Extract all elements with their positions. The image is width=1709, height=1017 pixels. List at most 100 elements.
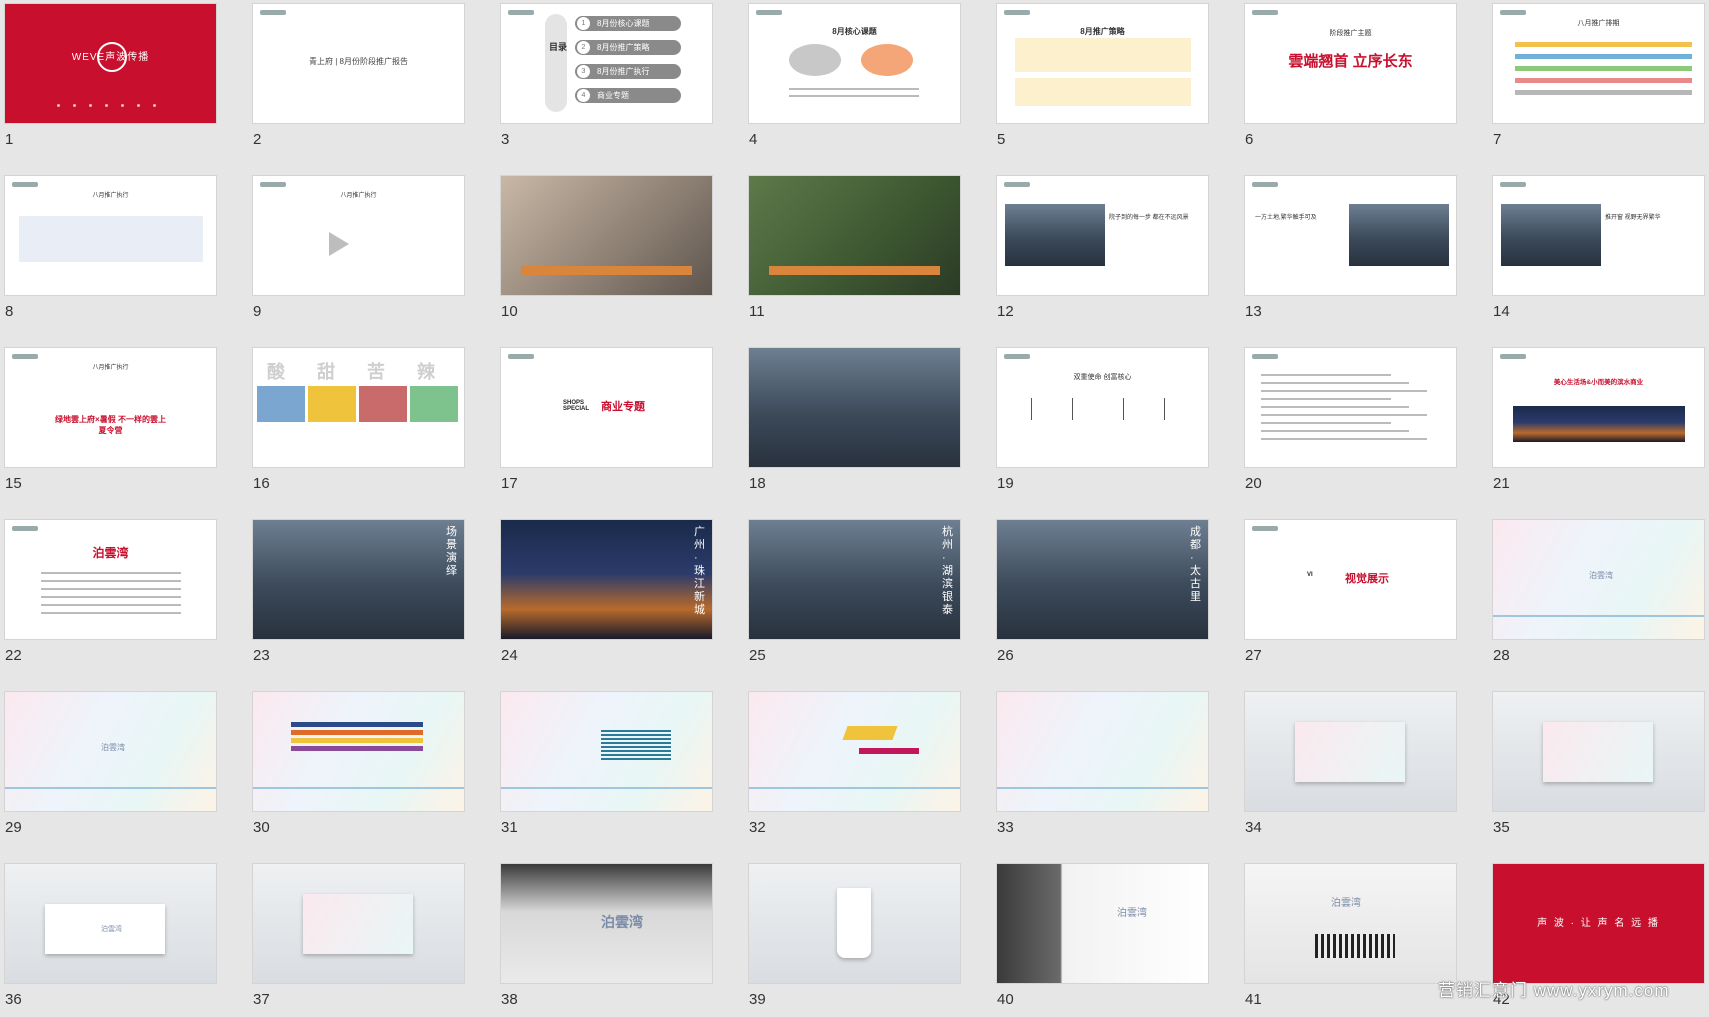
slide-thumbnail[interactable]: 33 — [992, 688, 1208, 845]
slide-thumbnail[interactable]: 青上府 | 8月份阶段推广报告 2 — [248, 0, 464, 157]
slide-preview[interactable] — [1245, 692, 1456, 811]
slide-preview[interactable]: 泊雲湾 — [5, 864, 216, 983]
slide-thumbnail[interactable]: 30 — [248, 688, 464, 845]
slide-thumbnail[interactable]: 双重使命 创富核心 19 — [992, 344, 1208, 501]
slide-preview[interactable] — [749, 692, 960, 811]
slide-thumbnail[interactable]: 院子到的每一步 都在不远风景 12 — [992, 172, 1208, 329]
wave-line — [601, 734, 671, 736]
slide-thumbnail[interactable]: 34 — [1240, 688, 1456, 845]
toc-bracket — [545, 14, 567, 112]
slide-thumbnail[interactable]: 泊雲湾 22 — [0, 516, 216, 673]
slide-preview[interactable]: 双重使命 创富核心 — [997, 348, 1208, 467]
slide-preview[interactable]: 八月推广执行 — [253, 176, 464, 295]
slide-thumbnail[interactable]: 37 — [248, 860, 464, 1017]
slide-preview[interactable]: 院子到的每一步 都在不远风景 — [997, 176, 1208, 295]
slide-thumbnail[interactable]: SHOPS SPECIAL 商业专题 17 — [496, 344, 712, 501]
slide-preview[interactable] — [749, 176, 960, 295]
text-line — [41, 572, 181, 574]
slide-preview[interactable]: 泊雲湾 — [501, 864, 712, 983]
slide-preview[interactable] — [1245, 348, 1456, 467]
slide-thumbnail[interactable]: 泊雲湾 40 — [992, 860, 1208, 1017]
slide-preview[interactable] — [749, 864, 960, 983]
slide-number: 33 — [997, 819, 1014, 836]
toc-item: 4 商业专题 — [575, 88, 681, 103]
slide-number: 13 — [1245, 303, 1262, 320]
slide-preview[interactable] — [1493, 692, 1704, 811]
slide-thumbnail[interactable]: 10 — [496, 172, 712, 329]
slide-thumbnail[interactable]: 成都·太古里 26 — [992, 516, 1208, 673]
slide-number: 25 — [749, 647, 766, 664]
slide-preview[interactable]: 一方土地,繁华触手可及 — [1245, 176, 1456, 295]
slide-preview[interactable]: 推开窗 视野无界繁华 — [1493, 176, 1704, 295]
slide-thumbnail[interactable]: 美心生活场&小而美的滨水商业 21 — [1488, 344, 1704, 501]
slide-thumbnail[interactable]: 阶段推广主题 雲端翘首 立序长东 6 — [1240, 0, 1456, 157]
slide-preview[interactable]: 杭州·湖滨银泰 — [749, 520, 960, 639]
slide-preview[interactable]: 8月推广策略 — [997, 4, 1208, 123]
slide-preview[interactable]: VI 视觉展示 — [1245, 520, 1456, 639]
slide-thumbnail[interactable]: 推开窗 视野无界繁华 14 — [1488, 172, 1704, 329]
slide-preview[interactable]: SHOPS SPECIAL 商业专题 — [501, 348, 712, 467]
slide-thumbnail[interactable]: 8月核心课题 4 — [744, 0, 960, 157]
slide-thumbnail[interactable]: 泊雲湾 29 — [0, 688, 216, 845]
flavor-character: 酸 — [267, 362, 285, 382]
slide-thumbnail[interactable]: 一方土地,繁华触手可及 13 — [1240, 172, 1456, 329]
slide-thumbnail[interactable]: VI 视觉展示 27 — [1240, 516, 1456, 673]
slide-thumbnail[interactable]: 31 — [496, 688, 712, 845]
slide-thumbnail[interactable]: 广州·珠江新城 24 — [496, 516, 712, 673]
slide-thumbnail[interactable]: 场景演绎 23 — [248, 516, 464, 673]
slide-thumbnail[interactable]: 32 — [744, 688, 960, 845]
text-line — [1261, 374, 1391, 376]
slide-preview[interactable]: 八月推广执行 — [5, 176, 216, 295]
slide-thumbnail[interactable]: 八月推广执行 9 — [248, 172, 464, 329]
text-line — [789, 88, 919, 90]
slide-preview[interactable]: 青上府 | 8月份阶段推广报告 — [253, 4, 464, 123]
slide-thumbnail[interactable]: WEVE声波传播 1 — [0, 0, 216, 157]
slide-preview[interactable]: 泊雲湾 — [1245, 864, 1456, 983]
slide-thumbnail[interactable]: 泊雲湾 41 — [1240, 860, 1456, 1017]
slide-thumbnail[interactable]: 八月推广排期 7 — [1488, 0, 1704, 157]
slide-thumbnail[interactable]: 泊雲湾 38 — [496, 860, 712, 1017]
wave-line — [601, 754, 671, 756]
slide-preview[interactable]: 目录 1 8月份核心课题 2 8月份推广策略 3 8月份推广执行 4 商业专题 — [501, 4, 712, 123]
slide-thumbnail[interactable]: 八月推广执行 绿地雲上府×暑假 不一样的雲上夏令营 15 — [0, 344, 216, 501]
slide-thumbnail[interactable]: 8月推广策略 5 — [992, 0, 1208, 157]
slide-preview[interactable]: 泊雲湾 — [997, 864, 1208, 983]
slide-preview[interactable]: WEVE声波传播 — [5, 4, 216, 123]
slide-preview[interactable]: 美心生活场&小而美的滨水商业 — [1493, 348, 1704, 467]
company-logo — [1004, 354, 1030, 359]
slide-preview[interactable]: 阶段推广主题 雲端翘首 立序长东 — [1245, 4, 1456, 123]
slide-preview[interactable] — [253, 692, 464, 811]
slide-preview[interactable]: 声 波 · 让 声 名 远 播 — [1493, 864, 1704, 983]
slide-preview[interactable] — [749, 348, 960, 467]
brand-logo: 泊雲湾 — [1589, 571, 1613, 580]
slide-preview[interactable]: 场景演绎 — [253, 520, 464, 639]
slide-preview[interactable]: 泊雲湾 — [5, 692, 216, 811]
slide-preview[interactable] — [253, 864, 464, 983]
schedule-bar — [1515, 42, 1692, 47]
slide-thumbnail[interactable]: 泊雲湾 28 — [1488, 516, 1704, 673]
slide-thumbnail[interactable]: 39 — [744, 860, 960, 1017]
slide-preview[interactable]: 八月推广执行 绿地雲上府×暑假 不一样的雲上夏令营 — [5, 348, 216, 467]
slide-preview[interactable]: 广州·珠江新城 — [501, 520, 712, 639]
slide-preview[interactable]: 酸甜苦辣 — [253, 348, 464, 467]
slide-thumbnail[interactable]: 18 — [744, 344, 960, 501]
text-line — [41, 604, 181, 606]
slide-preview[interactable] — [997, 692, 1208, 811]
slide-thumbnail[interactable]: 目录 1 8月份核心课题 2 8月份推广策略 3 8月份推广执行 4 商业专题 3 — [496, 0, 712, 157]
slide-thumbnail[interactable]: 20 — [1240, 344, 1456, 501]
slide-thumbnail[interactable]: 杭州·湖滨银泰 25 — [744, 516, 960, 673]
toc-item-number: 4 — [577, 89, 590, 102]
text-line — [41, 580, 181, 582]
slide-thumbnail[interactable]: 35 — [1488, 688, 1704, 845]
slide-thumbnail[interactable]: 泊雲湾 36 — [0, 860, 216, 1017]
slide-preview[interactable]: 成都·太古里 — [997, 520, 1208, 639]
slide-preview[interactable]: 8月核心课题 — [749, 4, 960, 123]
slide-preview[interactable] — [501, 176, 712, 295]
slide-preview[interactable]: 泊雲湾 — [1493, 520, 1704, 639]
slide-thumbnail[interactable]: 酸 甜 苦 辣 16 — [248, 344, 464, 501]
slide-preview[interactable] — [501, 692, 712, 811]
slide-preview[interactable]: 泊雲湾 — [5, 520, 216, 639]
slide-thumbnail[interactable]: 八月推广执行 8 — [0, 172, 216, 329]
slide-preview[interactable]: 八月推广排期 — [1493, 4, 1704, 123]
slide-thumbnail[interactable]: 11 — [744, 172, 960, 329]
